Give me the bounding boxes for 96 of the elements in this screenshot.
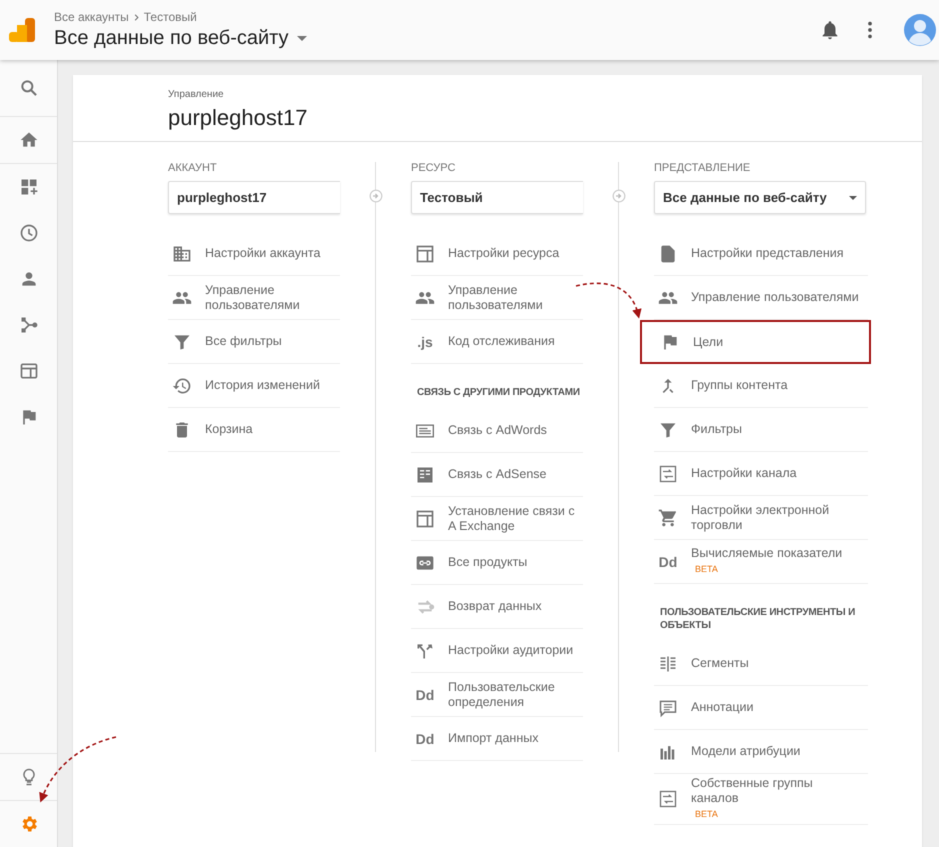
menu-item[interactable]: Управление пользователями (654, 276, 868, 320)
avatar-icon[interactable] (904, 14, 936, 46)
columns-icon (415, 464, 435, 484)
channel-icon (658, 464, 678, 484)
menu-item[interactable]: Настройки электронной торговли (654, 496, 868, 540)
account-title: purpleghost17 (168, 105, 308, 131)
menu-item[interactable]: Настройки канала (654, 452, 868, 496)
beta-label: BETA (695, 809, 718, 819)
item-label: Пользовательские определения (448, 680, 556, 710)
fork-icon[interactable] (18, 315, 38, 335)
search-icon[interactable] (18, 78, 38, 98)
item-label: Корзина (205, 422, 253, 437)
beta-label: BETA (695, 564, 718, 574)
item-label: Все фильтры (205, 334, 282, 349)
selector-dropdown[interactable]: Все данные по веб-сайту (654, 181, 866, 214)
caret-icon[interactable] (296, 36, 307, 41)
arrow-circle-icon (369, 189, 383, 203)
item-label: Управление пользователями (691, 290, 859, 305)
item-label: Связь с AdSense (448, 467, 546, 482)
item-label: Сегменты (691, 656, 749, 671)
column-heading: РЕСУРС (411, 162, 456, 176)
item-label: Модели атрибуции (691, 744, 800, 759)
panel-icon (415, 244, 435, 264)
item-label: Вычисляемые показатели (691, 546, 842, 561)
menu-item[interactable]: Все продукты (411, 541, 583, 585)
item-label: Настройки канала (691, 466, 797, 481)
menu-item[interactable]: Все фильтры (168, 320, 340, 364)
caret-icon[interactable] (849, 196, 857, 200)
menu-item[interactable]: Собственные группы каналов BETA (654, 774, 868, 825)
menu-item[interactable]: Связь с AdWords (411, 409, 583, 453)
menu-item[interactable]: Цели (640, 320, 871, 364)
menu-item[interactable]: Управление пользователями (411, 276, 583, 320)
menu-item[interactable]: Установление связи с A Exchange (411, 497, 583, 541)
breadcrumb-link[interactable]: Тестовый (144, 10, 197, 24)
item-label: Фильтры (691, 422, 742, 437)
item-label: Все продукты (448, 555, 528, 570)
section-heading: ПОЛЬЗОВАТЕЛЬСКИЕ ИНСТРУМЕНТЫ И ОБЪЕКТЫ (659, 606, 856, 633)
menu-item[interactable]: Аннотации (654, 686, 868, 730)
menu-item[interactable]: Настройки аккаунта (168, 232, 340, 276)
menu-item[interactable]: Настройки аудитории (411, 629, 583, 673)
selector-dropdown[interactable]: purpleghost17 (168, 181, 340, 214)
item-label: Настройки представления (691, 246, 844, 261)
menu-item[interactable]: .js Код отслеживания (411, 320, 583, 364)
item-label: Возврат данных (448, 599, 542, 614)
column-heading: ПРЕДСТАВЛЕНИЕ (654, 162, 752, 176)
item-label: Код отслеживания (448, 334, 555, 349)
item-label: Настройки аудитории (448, 643, 574, 658)
item-label: Управление пользователями (448, 282, 544, 312)
history-icon (172, 376, 192, 396)
item-label: Настройки ресурса (448, 246, 560, 261)
item-label: Собственные группы каналов (691, 776, 814, 806)
glyph-icon: Dd (416, 686, 434, 702)
logo-icon (9, 18, 35, 42)
item-label: История изменений (205, 378, 320, 393)
browser-window-icon[interactable] (18, 361, 38, 381)
menu-item[interactable]: Dd Импорт данных (411, 717, 583, 761)
menu-item[interactable]: Группы контента (654, 364, 868, 408)
segments-icon (658, 654, 678, 674)
menu-item[interactable]: Управление пользователями (168, 276, 340, 320)
breadcrumb-link[interactable]: Все аккаунты (54, 10, 129, 24)
item-label: Настройки аккаунта (205, 246, 320, 261)
column-heading: АККАУНТ (168, 162, 218, 176)
item-label: Группы контента (691, 378, 788, 393)
menu-item[interactable]: Возврат данных (411, 585, 583, 629)
menu-item[interactable]: Фильтры (654, 408, 868, 452)
item-label: Аннотации (691, 700, 754, 715)
panel-icon (415, 508, 435, 528)
dashboard-icon[interactable] (18, 177, 38, 197)
section-heading: СВЯЗЬ С ДРУГИМИ ПРОДУКТАМИ (416, 386, 581, 400)
view-title[interactable]: Все данные по веб-сайту (54, 27, 289, 50)
glyph-icon: Dd (658, 554, 678, 570)
section-label: Управление (168, 89, 225, 100)
item-label: Связь с AdWords (448, 423, 547, 438)
glyph-icon: Dd (416, 730, 434, 746)
building-icon (172, 244, 192, 264)
clock-icon[interactable] (18, 223, 38, 243)
item-label: Импорт данных (448, 731, 538, 746)
menu-item[interactable]: Dd Пользовательские определения (411, 673, 583, 717)
arrow-circle-icon (612, 189, 626, 203)
menu-item[interactable]: Настройки представления (654, 232, 868, 276)
item-label: Цели (693, 334, 724, 350)
comment-icon (658, 698, 678, 718)
menu-item[interactable]: Настройки ресурса (411, 232, 583, 276)
item-label: Установление связи с A Exchange (448, 504, 576, 534)
menu-item[interactable]: Связь с AdSense (411, 453, 583, 497)
selector-dropdown[interactable]: Тестовый (411, 181, 583, 214)
menu-item[interactable]: Dd Вычисляемые показатели BETA (654, 540, 868, 584)
item-label: Настройки электронной торговли (691, 502, 830, 532)
menu-item[interactable]: История изменений (168, 364, 340, 408)
channel-icon (658, 789, 678, 809)
menu-item[interactable]: Модели атрибуции (654, 730, 868, 774)
glyph-icon: .js (417, 334, 433, 350)
menu-item[interactable]: Сегменты (654, 642, 868, 686)
item-label: Управление пользователями (205, 282, 301, 312)
cart-icon (658, 508, 678, 528)
menu-item[interactable]: Корзина (168, 408, 340, 452)
